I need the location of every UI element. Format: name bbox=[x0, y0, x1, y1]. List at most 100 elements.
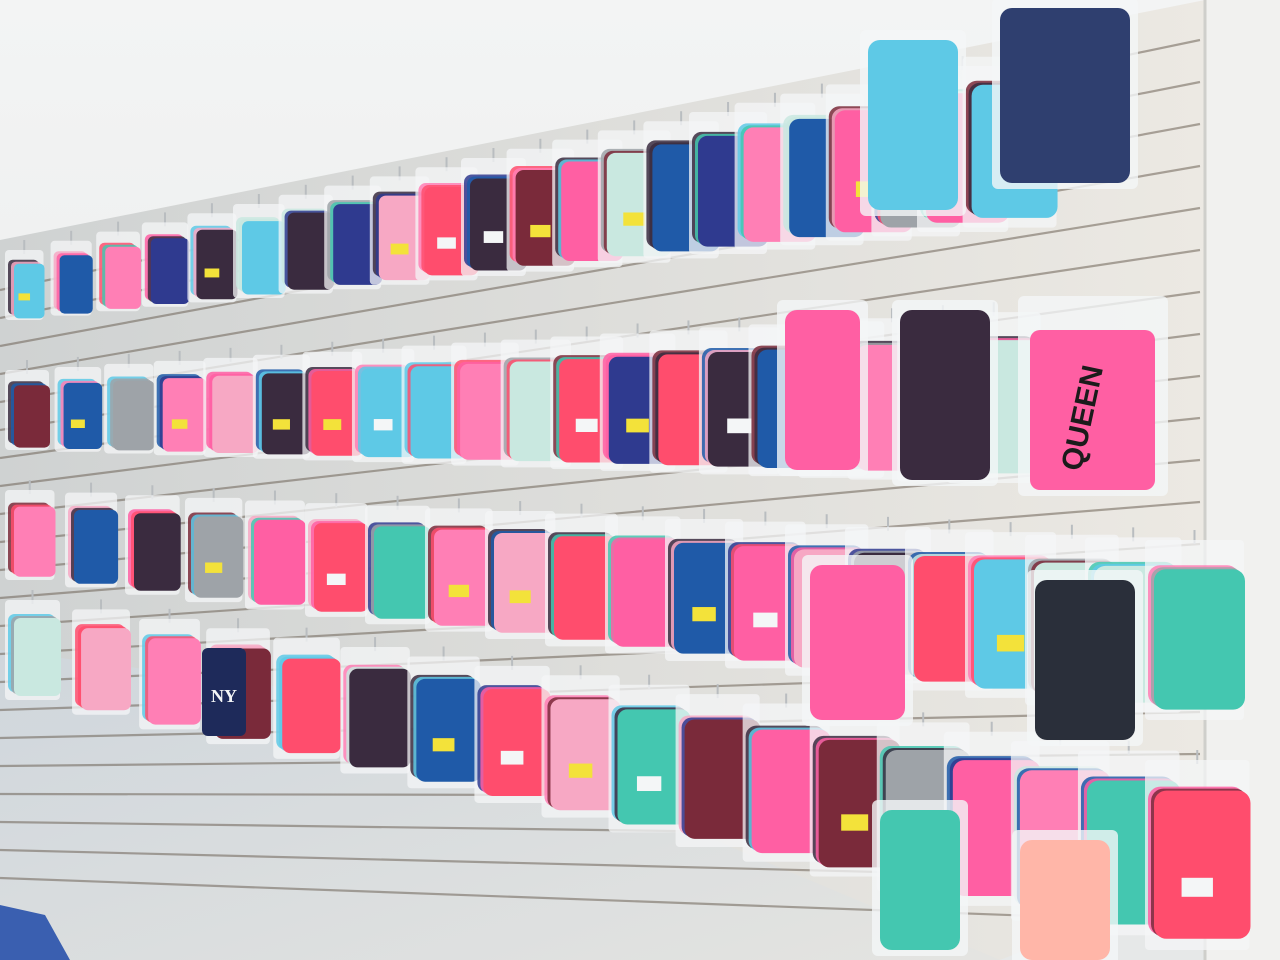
case-label bbox=[626, 418, 649, 433]
case-body bbox=[416, 678, 481, 782]
case-body bbox=[148, 638, 201, 725]
case-label bbox=[753, 612, 778, 628]
phone-case-pack bbox=[474, 655, 551, 803]
phone-case-pack bbox=[777, 300, 868, 476]
phone-case-pack bbox=[305, 493, 369, 617]
queen-case: QUEEN bbox=[1018, 296, 1168, 496]
case-label bbox=[204, 268, 220, 278]
case-body bbox=[1000, 8, 1130, 183]
phone-case-pack bbox=[1012, 830, 1118, 960]
case-label bbox=[326, 573, 346, 586]
phone-case-pack bbox=[340, 637, 411, 774]
case-label bbox=[692, 607, 716, 622]
case-body bbox=[868, 40, 958, 210]
case-label bbox=[18, 293, 31, 301]
phone-case-pack bbox=[245, 490, 306, 610]
phone-case-pack bbox=[365, 495, 432, 625]
case-label bbox=[530, 224, 551, 238]
phone-case-pack bbox=[1027, 570, 1143, 746]
case-body bbox=[134, 513, 181, 591]
phone-case-pack bbox=[1145, 530, 1245, 720]
phone-case-pack bbox=[141, 212, 190, 307]
case-body bbox=[282, 658, 341, 754]
case-body bbox=[374, 526, 432, 619]
phone-case-pack bbox=[125, 485, 181, 595]
case-body bbox=[785, 310, 860, 470]
phone-case-pack bbox=[425, 498, 494, 632]
case-body bbox=[150, 238, 190, 305]
case-body bbox=[254, 519, 306, 605]
case-body bbox=[880, 810, 960, 950]
phone-case-pack bbox=[252, 344, 311, 459]
phone-case-pack bbox=[96, 221, 141, 312]
phone-case-pack bbox=[5, 360, 50, 450]
case-body bbox=[434, 529, 494, 626]
case-body bbox=[81, 628, 131, 711]
case-label bbox=[575, 418, 598, 432]
phone-case-pack bbox=[65, 482, 119, 588]
case-body bbox=[314, 523, 369, 612]
case-body bbox=[59, 255, 93, 314]
case-body bbox=[810, 565, 905, 720]
ny-case: NY bbox=[202, 648, 246, 736]
case-label bbox=[623, 212, 646, 226]
case-label bbox=[1181, 877, 1213, 897]
case-body bbox=[14, 618, 61, 696]
case-body bbox=[162, 378, 207, 452]
case-body bbox=[194, 516, 244, 598]
phone-case-pack bbox=[233, 194, 286, 298]
phone-case-pack bbox=[992, 0, 1138, 189]
case-body bbox=[14, 263, 45, 319]
case-label bbox=[500, 750, 524, 765]
case-label bbox=[323, 419, 342, 430]
case-body bbox=[1020, 840, 1110, 960]
case-label bbox=[509, 590, 531, 604]
case-label bbox=[568, 763, 593, 778]
phone-case-pack bbox=[54, 356, 103, 452]
phone-case-pack bbox=[407, 646, 481, 789]
case-body bbox=[74, 509, 119, 584]
phone-case-pack bbox=[1145, 750, 1251, 950]
phone-case-pack bbox=[5, 240, 45, 320]
case-label bbox=[448, 584, 470, 598]
phone-case-pack bbox=[273, 627, 341, 759]
case-body bbox=[63, 382, 103, 449]
case-label bbox=[390, 243, 409, 255]
case-body bbox=[349, 668, 411, 768]
case-label bbox=[373, 419, 393, 431]
phone-case-pack bbox=[892, 300, 998, 486]
case-label bbox=[727, 418, 752, 434]
case-body bbox=[212, 375, 259, 454]
case-body bbox=[105, 246, 141, 309]
phone-case-pack bbox=[5, 590, 61, 700]
case-body bbox=[14, 385, 50, 448]
case-label bbox=[841, 814, 869, 831]
case-body bbox=[14, 506, 56, 577]
case-body bbox=[113, 380, 155, 451]
case-label bbox=[272, 419, 290, 430]
phone-case-pack bbox=[72, 599, 131, 715]
phone-case-pack bbox=[153, 350, 207, 456]
case-body bbox=[1154, 569, 1245, 710]
case-label bbox=[205, 562, 223, 573]
phone-case-pack bbox=[5, 480, 56, 580]
case-label bbox=[432, 738, 455, 752]
phone-case-pack bbox=[139, 608, 201, 730]
case-body bbox=[483, 689, 551, 796]
phone-case-pack bbox=[203, 347, 259, 457]
phone-case-pack bbox=[187, 203, 238, 303]
phone-case-pack bbox=[802, 555, 913, 726]
ny-case-print: NY bbox=[211, 686, 237, 706]
case-body bbox=[1154, 790, 1251, 939]
case-body bbox=[1035, 580, 1135, 740]
phone-case-pack bbox=[872, 800, 968, 956]
phone-case-pack bbox=[185, 487, 244, 603]
case-label bbox=[437, 237, 456, 249]
case-label bbox=[996, 634, 1025, 652]
case-body bbox=[196, 229, 238, 300]
case-label bbox=[483, 231, 504, 243]
phone-case-pack bbox=[860, 30, 966, 216]
scene: QUEEN NY bbox=[0, 0, 1280, 960]
case-label bbox=[171, 419, 188, 429]
case-body bbox=[900, 310, 990, 480]
